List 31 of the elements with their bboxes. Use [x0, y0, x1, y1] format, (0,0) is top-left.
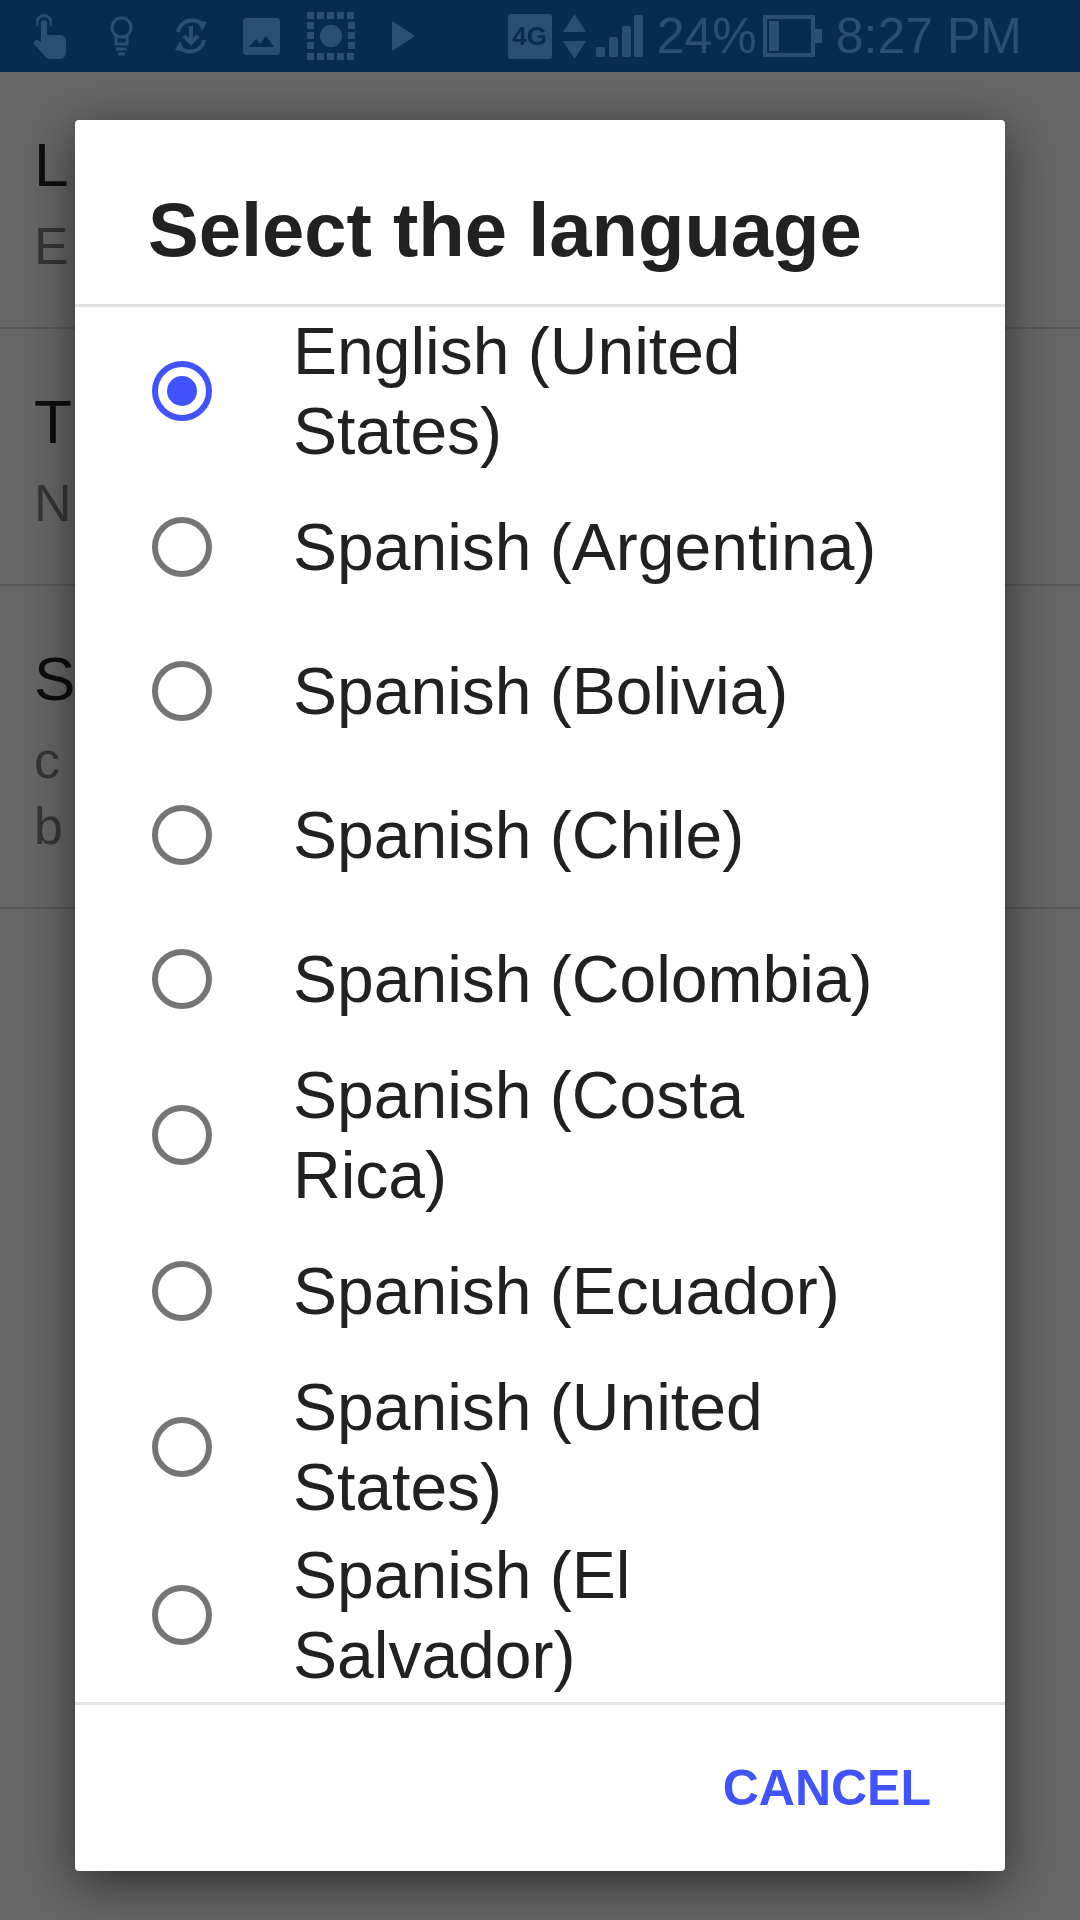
language-option-label[interactable]: Spanish (Ecuador): [293, 1251, 840, 1331]
language-option-label[interactable]: Spanish (Bolivia): [293, 651, 789, 731]
setting-title: S: [34, 644, 76, 714]
radio-button[interactable]: [152, 361, 212, 421]
signal-icon: [595, 15, 643, 57]
radio-button[interactable]: [152, 661, 212, 721]
battery-icon: [762, 15, 822, 57]
play-icon: [392, 21, 415, 51]
language-option-label[interactable]: English (United States): [293, 311, 896, 471]
radio-button[interactable]: [152, 1261, 212, 1321]
language-option-label[interactable]: Spanish (Chile): [293, 795, 745, 875]
setting-title: T: [34, 387, 72, 457]
data-arrows-icon: [562, 13, 586, 59]
radio-button[interactable]: [152, 517, 212, 577]
image-icon: [243, 17, 280, 55]
radio-button[interactable]: [152, 1585, 212, 1645]
radio-button[interactable]: [152, 949, 212, 1009]
dialog-title: Select the language: [148, 186, 862, 274]
setting-title: L: [34, 130, 69, 200]
cancel-button[interactable]: CANCEL: [698, 1734, 955, 1842]
brightness-icon: [307, 12, 355, 60]
radio-button[interactable]: [152, 1417, 212, 1477]
language-option-label[interactable]: Spanish (United States): [293, 1367, 896, 1527]
language-option-label[interactable]: Spanish (Argentina): [293, 507, 877, 587]
radio-button[interactable]: [152, 805, 212, 865]
language-option-label[interactable]: Spanish (El Salvador): [293, 1535, 896, 1695]
radio-button[interactable]: [152, 1105, 212, 1165]
sync-download-icon: [172, 17, 210, 55]
language-option-label[interactable]: Spanish (Costa Rica): [293, 1055, 896, 1215]
language-option-label[interactable]: Spanish (Colombia): [293, 939, 873, 1019]
lightbulb-icon: [110, 16, 133, 56]
